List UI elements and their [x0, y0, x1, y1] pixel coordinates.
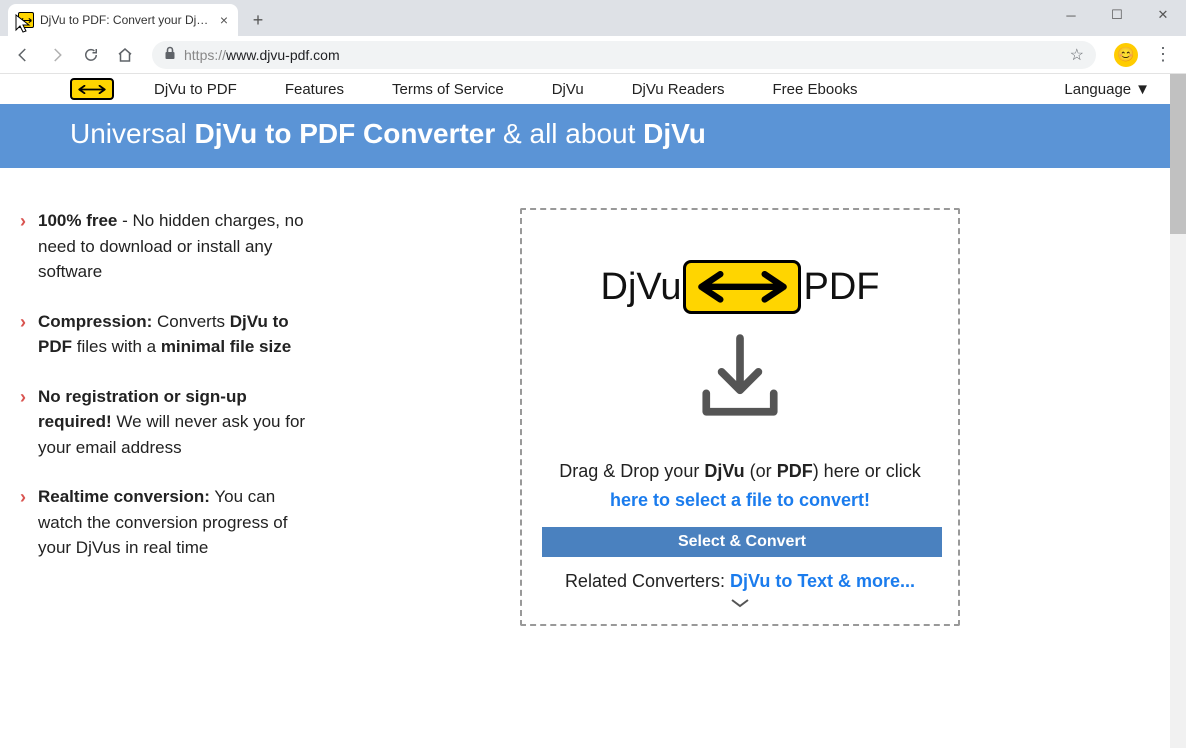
minimize-button[interactable]: ─	[1048, 0, 1094, 30]
nav-djvu[interactable]: DjVu	[552, 81, 584, 98]
hero-banner: Universal DjVu to PDF Converter & all ab…	[0, 104, 1170, 168]
dropzone[interactable]: DjVu PDF	[520, 208, 960, 626]
main-content: 100% free - No hidden charges, no need t…	[0, 168, 1170, 626]
home-button[interactable]	[110, 40, 140, 70]
converter-logo: DjVu PDF	[542, 260, 938, 314]
bookmark-star-icon[interactable]: ☆	[1070, 45, 1084, 65]
forward-button[interactable]	[42, 40, 72, 70]
double-arrow-icon	[683, 260, 801, 314]
features-list: 100% free - No hidden charges, no need t…	[20, 208, 310, 626]
language-selector[interactable]: Language ▼	[1064, 81, 1150, 98]
feature-item: No registration or sign-up required! We …	[20, 384, 310, 461]
close-window-button[interactable]: ✕	[1140, 0, 1186, 30]
reload-button[interactable]	[76, 40, 106, 70]
expand-chevron-icon[interactable]	[542, 596, 938, 614]
banner-text-3: & all about	[495, 118, 643, 149]
tab-title: DjVu to PDF: Convert your DjVus	[40, 13, 214, 27]
browser-tab[interactable]: DjVu to PDF: Convert your DjVus ×	[8, 4, 238, 36]
related-converters: Related Converters: DjVu to Text & more.…	[542, 571, 938, 592]
download-icon	[542, 332, 938, 429]
nav-ebooks[interactable]: Free Ebooks	[773, 81, 858, 98]
browser-tab-bar: DjVu to PDF: Convert your DjVus × + ─ ☐ …	[0, 0, 1186, 36]
language-label: Language	[1064, 81, 1131, 98]
drop-instructions: Drag & Drop your DjVu (or PDF) here or c…	[542, 457, 938, 515]
nav-terms[interactable]: Terms of Service	[392, 81, 504, 98]
scrollbar-thumb[interactable]	[1170, 74, 1186, 234]
nav-readers[interactable]: DjVu Readers	[632, 81, 725, 98]
logo-left-text: DjVu	[601, 266, 682, 309]
related-label: Related Converters:	[565, 571, 730, 591]
maximize-button[interactable]: ☐	[1094, 0, 1140, 30]
nav-features[interactable]: Features	[285, 81, 344, 98]
feature-item: Compression: Converts DjVu to PDF files …	[20, 309, 310, 360]
site-nav: DjVu to PDF Features Terms of Service Dj…	[0, 74, 1170, 104]
site-logo-icon[interactable]	[70, 78, 114, 100]
window-controls: ─ ☐ ✕	[1048, 0, 1186, 30]
chevron-down-icon: ▼	[1135, 81, 1150, 98]
close-tab-icon[interactable]: ×	[220, 12, 228, 28]
logo-right-text: PDF	[803, 266, 879, 309]
nav-djvu-to-pdf[interactable]: DjVu to PDF	[154, 81, 237, 98]
select-file-link[interactable]: here to select a file to convert!	[610, 490, 870, 510]
address-bar: https://www.djvu-pdf.com ☆ 😊 ⋮	[0, 36, 1186, 74]
url-field[interactable]: https://www.djvu-pdf.com ☆	[152, 41, 1096, 69]
url-text: https://www.djvu-pdf.com	[184, 47, 1062, 63]
browser-menu-button[interactable]: ⋮	[1148, 44, 1178, 65]
select-convert-button[interactable]: Select & Convert	[542, 527, 942, 557]
page-viewport: DjVu to PDF Features Terms of Service Dj…	[0, 74, 1186, 748]
new-tab-button[interactable]: +	[244, 6, 272, 34]
back-button[interactable]	[8, 40, 38, 70]
feature-item: Realtime conversion: You can watch the c…	[20, 484, 310, 561]
profile-avatar[interactable]: 😊	[1114, 43, 1138, 67]
banner-text-4: DjVu	[643, 118, 706, 149]
feature-item: 100% free - No hidden charges, no need t…	[20, 208, 310, 285]
related-link[interactable]: DjVu to Text & more...	[730, 571, 915, 591]
banner-text-1: Universal	[70, 118, 194, 149]
lock-icon	[164, 46, 176, 63]
banner-text-2: DjVu to PDF Converter	[194, 118, 495, 149]
favicon-icon	[18, 12, 34, 28]
